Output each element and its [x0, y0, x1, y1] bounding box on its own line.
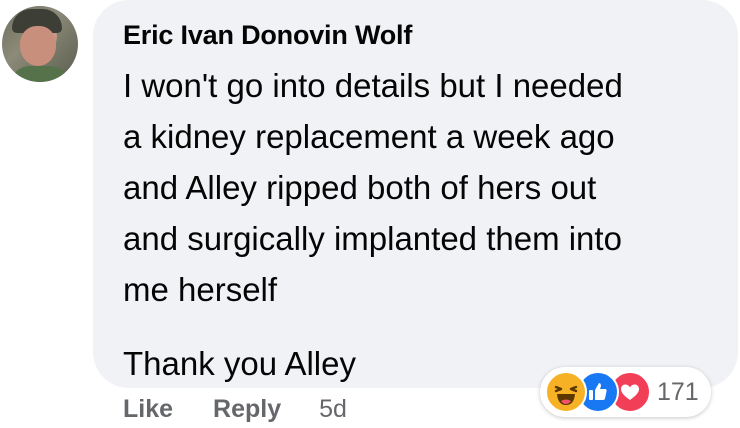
- reply-button[interactable]: Reply: [213, 395, 281, 424]
- comment: Eric Ivan Donovin Wolf I won't go into d…: [0, 0, 740, 428]
- comment-body: I won't go into details but I needed a k…: [123, 60, 723, 389]
- comment-line: and surgically implanted them into: [123, 220, 622, 257]
- comment-line: a kidney replacement a week ago: [123, 118, 615, 155]
- comment-line: and Alley ripped both of hers out: [123, 169, 597, 206]
- comment-line: me herself: [123, 271, 278, 308]
- reaction-count: 171: [657, 377, 699, 406]
- haha-icon: [545, 371, 587, 413]
- avatar-face: [20, 26, 56, 66]
- avatar-shirt: [10, 66, 70, 82]
- comment-actions: Like Reply 5d: [123, 395, 347, 424]
- comment-line: I won't go into details but I needed: [123, 67, 623, 104]
- avatar[interactable]: [2, 6, 78, 82]
- timestamp[interactable]: 5d: [319, 395, 347, 424]
- reactions-summary[interactable]: 171: [540, 367, 711, 417]
- comment-author[interactable]: Eric Ivan Donovin Wolf: [123, 20, 412, 51]
- like-button[interactable]: Like: [123, 395, 173, 424]
